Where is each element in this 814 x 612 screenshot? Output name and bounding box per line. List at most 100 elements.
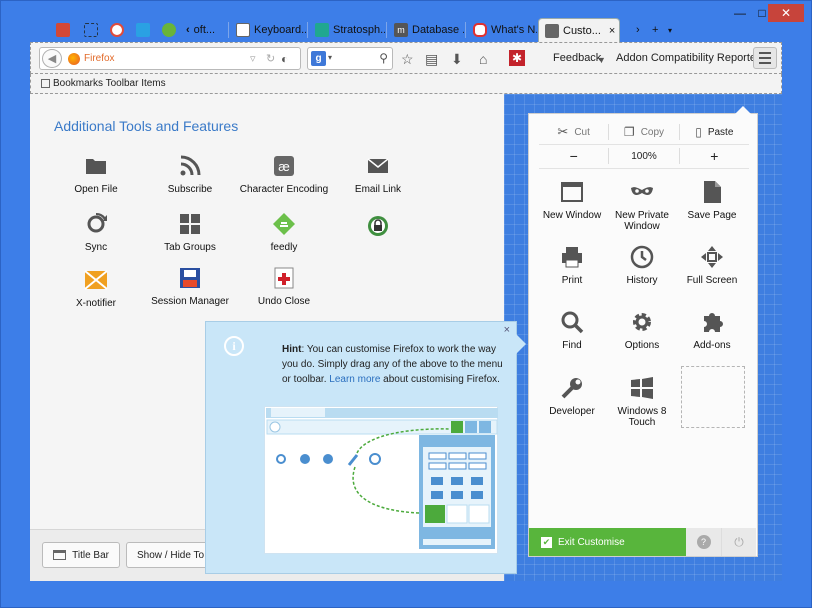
empty-drop-slot[interactable]: [681, 366, 745, 428]
close-window-button[interactable]: ✕: [768, 4, 804, 22]
undo-close-icon: [274, 267, 294, 289]
copy-button[interactable]: ❐ Copy: [609, 120, 678, 144]
new-tab-button[interactable]: +: [646, 18, 662, 42]
tab-dashed[interactable]: [78, 18, 100, 42]
menu-item-new-private-window[interactable]: New Private Window: [607, 180, 677, 232]
palette-item-open-file[interactable]: Open File: [46, 154, 146, 195]
menu-item-save-page[interactable]: Save Page: [677, 180, 747, 221]
palette-item-subscribe[interactable]: Subscribe: [140, 154, 240, 195]
exit-customise-button[interactable]: ✔ Exit Customise: [529, 528, 686, 556]
all-tabs-button[interactable]: ▾: [662, 18, 678, 42]
email-icon: [367, 158, 389, 173]
zoom-out-button[interactable]: −: [539, 144, 608, 168]
tab-soft[interactable]: ‹ oft...: [180, 18, 224, 42]
bookmarks-toolbar: Bookmarks Toolbar Items: [30, 74, 782, 94]
help-icon: ?: [696, 535, 711, 549]
title-bar-icon: [53, 550, 67, 560]
x-notifier-icon: [84, 270, 108, 290]
hint-illustration: [264, 406, 498, 554]
minimize-button[interactable]: —: [728, 4, 752, 22]
options-gear-icon: [633, 313, 651, 331]
quit-button[interactable]: ⏻: [721, 528, 756, 556]
menu-item-full-screen[interactable]: Full Screen: [677, 245, 747, 286]
tab-bird[interactable]: [130, 18, 152, 42]
menu-item-print[interactable]: Print: [537, 245, 607, 286]
feedly-icon: [273, 213, 295, 235]
panel-footer: ✔ Exit Customise ? ⏻: [529, 528, 757, 556]
learn-more-link[interactable]: Learn more: [329, 374, 380, 385]
close-hint-button[interactable]: ×: [504, 324, 510, 336]
addon-compat-button[interactable]: Addon Compatibility Reporter: [616, 52, 760, 64]
help-button[interactable]: ?: [686, 528, 721, 556]
cut-button[interactable]: ✂ Cut: [539, 120, 608, 144]
menu-item-new-window[interactable]: New Window: [537, 180, 607, 221]
close-tab-icon[interactable]: ×: [609, 25, 615, 37]
plus-icon: +: [652, 24, 659, 36]
palette-item-tab-groups[interactable]: Tab Groups: [140, 212, 240, 253]
addons-puzzle-icon: [704, 313, 723, 332]
search-box[interactable]: g ▾ ⚲: [307, 47, 393, 70]
tab-opera[interactable]: [104, 18, 126, 42]
bookmarks-menu-icon[interactable]: ▤: [425, 51, 438, 67]
stratos-icon: [315, 23, 329, 37]
menu-item-developer[interactable]: Developer: [537, 376, 607, 417]
show-hide-toolbars-button[interactable]: Show / Hide To: [126, 542, 216, 568]
gmail-icon: [56, 23, 70, 37]
palette-item-feedly[interactable]: feedly: [234, 212, 334, 253]
dropdown-icon[interactable]: ▿: [250, 52, 256, 65]
zoom-in-button[interactable]: +: [680, 144, 749, 168]
sync-icon: [87, 212, 107, 233]
google-icon[interactable]: g: [311, 51, 326, 66]
menu-item-windows8-touch[interactable]: Windows 8 Touch: [607, 376, 677, 428]
palette-item-session-manager[interactable]: Session Manager: [140, 266, 240, 307]
private-mask-icon: [631, 187, 653, 196]
opera-icon: [110, 23, 124, 37]
menu-item-add-ons[interactable]: Add-ons: [677, 310, 747, 351]
palette-item-character-encoding[interactable]: æ Character Encoding: [234, 154, 334, 195]
windows8-icon: [631, 377, 653, 399]
tab-gmail[interactable]: [50, 18, 72, 42]
bookmarks-toolbar-items[interactable]: Bookmarks Toolbar Items: [53, 78, 166, 89]
downloads-icon[interactable]: ⬇: [451, 51, 463, 67]
tab-database[interactable]: m Database ...: [388, 18, 464, 42]
palette-item-sync[interactable]: Sync: [46, 212, 146, 253]
fullscreen-icon: [701, 246, 723, 268]
paste-button[interactable]: ▯ Paste: [680, 120, 749, 144]
history-clock-icon: [630, 245, 654, 269]
character-encoding-icon: æ: [274, 156, 294, 176]
tab-whats-new[interactable]: What's N...: [467, 18, 537, 42]
shield-lock-icon: [368, 216, 388, 236]
bookmark-star-icon[interactable]: ☆: [401, 51, 414, 67]
find-icon: [561, 311, 584, 334]
palette-item-shield[interactable]: [328, 214, 428, 244]
back-button[interactable]: ◀: [42, 49, 62, 68]
palette-item-email-link[interactable]: Email Link: [328, 154, 428, 195]
print-icon: [562, 247, 582, 268]
tab-scroll-right[interactable]: ›: [630, 18, 646, 42]
hint-text: Hint: You can customise Firefox to work …: [282, 344, 503, 385]
reader-icon[interactable]: ◐: [281, 51, 288, 67]
menu-item-find[interactable]: Find: [537, 310, 607, 351]
tab-feedly[interactable]: [156, 18, 178, 42]
zoom-controls: − 100% +: [539, 144, 749, 168]
customize-hint-popup: i × Hint: You can customise Firefox to w…: [205, 321, 526, 574]
title-bar-toggle-button[interactable]: Title Bar: [42, 542, 120, 568]
palette-item-x-notifier[interactable]: X-notifier: [46, 268, 146, 309]
search-icon[interactable]: ⚲: [379, 51, 388, 65]
url-bar[interactable]: ◀ Firefox ▿ ↻: [39, 47, 301, 70]
reload-icon[interactable]: ↻: [266, 52, 275, 65]
hamburger-menu-button[interactable]: [753, 47, 777, 69]
palette-item-undo-close[interactable]: Undo Close: [234, 266, 334, 307]
menu-item-options[interactable]: Options: [607, 310, 677, 351]
home-icon[interactable]: ⌂: [479, 51, 487, 67]
zoom-reset-button[interactable]: 100%: [609, 144, 678, 168]
feedback-dropdown-icon[interactable]: ▼: [597, 52, 606, 68]
engine-dropdown-icon[interactable]: ▾: [328, 53, 332, 62]
tab-stratosphere[interactable]: Stratosph...: [309, 18, 385, 42]
feedback-button[interactable]: Feedback: [553, 52, 601, 64]
developer-wrench-icon: [561, 378, 582, 399]
tab-customize[interactable]: Custo... ×: [538, 18, 620, 42]
tab-keyboard[interactable]: Keyboard...: [230, 18, 306, 42]
menu-item-history[interactable]: History: [607, 245, 677, 286]
addon-star-icon[interactable]: ✱: [509, 50, 525, 66]
